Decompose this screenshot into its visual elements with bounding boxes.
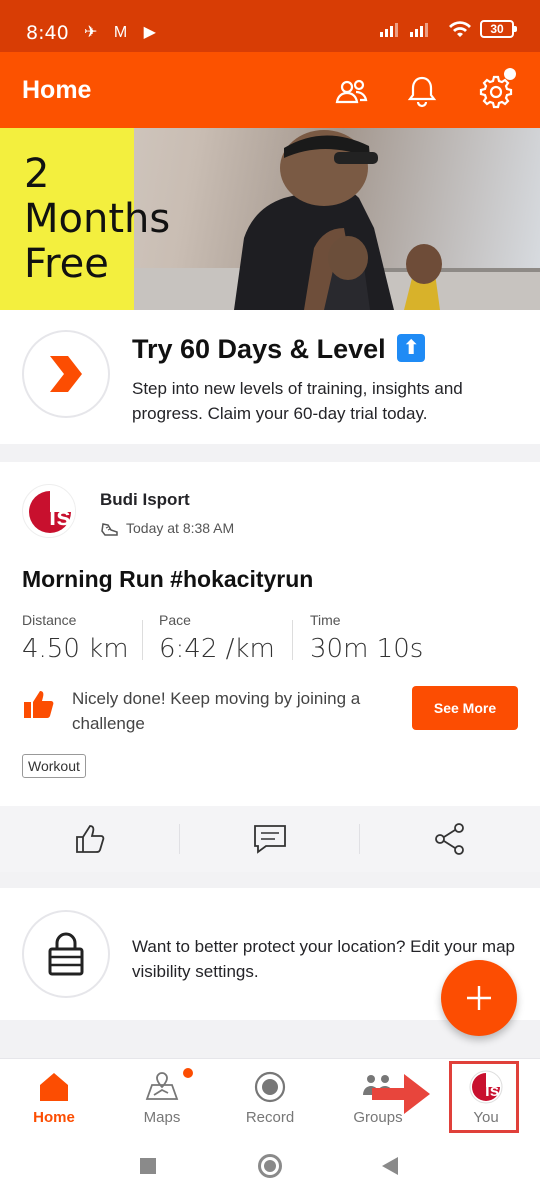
nav-home[interactable]: Home xyxy=(0,1059,108,1139)
nav-label: Maps xyxy=(143,1109,181,1126)
home-button-icon[interactable] xyxy=(258,1154,282,1178)
summit-chevron-icon xyxy=(50,356,82,392)
wifi-icon xyxy=(449,21,471,37)
activity-card[interactable]: is Budi Isport Today at 8:38 AM Morning … xyxy=(0,462,540,806)
status-bar: 8:40 ✈ M ▶ 30 xyxy=(0,0,540,52)
trial-description: Step into new levels of training, insigh… xyxy=(132,379,463,423)
add-fab-button[interactable] xyxy=(441,960,517,1036)
stat-time: Time 30m 10s xyxy=(310,612,423,664)
share-button[interactable] xyxy=(360,806,540,872)
recents-button-icon[interactable] xyxy=(140,1158,156,1174)
notifications-bell-icon[interactable] xyxy=(402,72,442,112)
stat-label: Distance xyxy=(22,612,77,628)
notification-icons: ✈ M ▶ xyxy=(84,24,162,41)
activity-title[interactable]: Morning Run #hokacityrun xyxy=(22,566,313,593)
comment-icon xyxy=(254,825,286,854)
stat-label: Pace xyxy=(159,612,191,628)
stat-value: 30m 10s xyxy=(310,634,424,664)
lock-icon xyxy=(48,932,84,976)
status-right-icons: 30 xyxy=(380,20,517,38)
kudos-thumb-icon xyxy=(76,825,105,853)
runners-photo xyxy=(134,130,540,310)
annotation-arrow-icon xyxy=(372,1074,430,1114)
up-arrow-icon: ⬆ xyxy=(397,334,426,362)
app-bar: Home xyxy=(0,52,540,128)
plus-icon xyxy=(467,986,491,1010)
share-icon xyxy=(435,823,464,855)
thumbs-up-icon xyxy=(24,691,54,718)
nav-label: Home xyxy=(33,1109,75,1126)
stat-value: 6:42 /km xyxy=(159,634,275,664)
athlete-avatar[interactable]: is xyxy=(22,484,76,538)
nav-maps[interactable]: Maps xyxy=(108,1059,216,1139)
trial-card[interactable]: Try 60 Days & Level ⬆ Step into new leve… xyxy=(0,310,540,444)
lock-badge xyxy=(22,910,110,998)
workout-tag: Workout xyxy=(22,754,86,778)
promo-banner[interactable]: 2 Months Free xyxy=(0,128,540,310)
nav-record[interactable]: Record xyxy=(216,1059,324,1139)
athlete-name[interactable]: Budi Isport xyxy=(100,490,190,510)
activity-meta: Today at 8:38 AM xyxy=(100,518,234,538)
stat-divider xyxy=(142,620,143,660)
trial-title-text: Try 60 Days & Level xyxy=(132,334,386,364)
battery-icon: 30 xyxy=(480,20,517,38)
see-more-button[interactable]: See More xyxy=(412,686,518,730)
activity-timestamp: Today at 8:38 AM xyxy=(126,520,235,536)
status-time: 8:40 xyxy=(26,22,69,44)
stat-divider xyxy=(292,620,293,660)
record-icon xyxy=(254,1071,286,1103)
comment-button[interactable] xyxy=(180,806,360,872)
nav-label: Record xyxy=(245,1109,295,1126)
stat-distance: Distance 4.50 km xyxy=(22,612,129,664)
system-navigation-bar xyxy=(0,1138,540,1200)
trial-title: Try 60 Days & Level ⬆ xyxy=(132,334,426,365)
page-title: Home xyxy=(22,76,92,104)
challenge-prompt-text: Nicely done! Keep moving by joining a ch… xyxy=(72,689,361,733)
svg-text:is: is xyxy=(49,501,71,531)
back-button-icon[interactable] xyxy=(382,1157,398,1175)
settings-notification-dot xyxy=(504,68,516,80)
friends-icon[interactable] xyxy=(332,72,372,112)
summit-badge xyxy=(22,330,110,418)
shoe-icon xyxy=(101,523,118,536)
avatar-logo-icon: is xyxy=(24,486,75,537)
challenge-prompt: Nicely done! Keep moving by joining a ch… xyxy=(22,682,522,733)
activity-actions xyxy=(0,806,540,872)
signal-icon xyxy=(380,23,428,37)
annotation-highlight-box xyxy=(449,1061,519,1133)
stat-pace: Pace 6:42 /km xyxy=(159,612,275,664)
home-icon xyxy=(40,1073,68,1101)
maps-notification-dot xyxy=(183,1068,193,1078)
stat-value: 4.50 km xyxy=(22,634,129,664)
kudos-button[interactable] xyxy=(0,806,180,872)
maps-icon xyxy=(145,1072,179,1100)
stat-label: Time xyxy=(310,612,341,628)
